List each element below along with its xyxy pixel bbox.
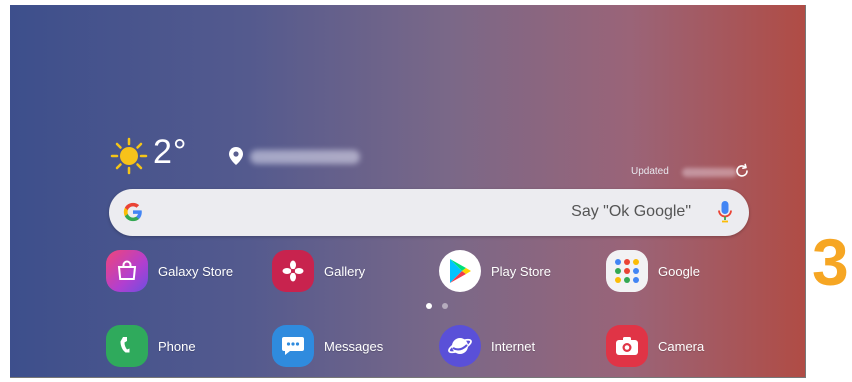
mic-icon[interactable] <box>718 201 732 223</box>
updated-time-blurred <box>682 168 737 177</box>
app-label: Camera <box>658 338 705 354</box>
app-google-folder[interactable]: Google <box>606 250 700 292</box>
search-hint: Say "Ok Google" <box>571 203 691 220</box>
internet-icon <box>439 325 481 367</box>
app-label: Internet <box>491 338 536 354</box>
app-label: Messages <box>324 338 384 354</box>
app-label: Play Store <box>491 263 551 279</box>
google-g-icon <box>123 202 142 222</box>
location-pin-icon <box>229 147 243 165</box>
sun-icon[interactable] <box>110 137 148 175</box>
updated-label: Updated <box>631 166 669 177</box>
app-label: Gallery <box>324 263 366 279</box>
app-gallery[interactable]: Gallery <box>272 250 365 292</box>
app-internet[interactable]: Internet <box>439 325 535 367</box>
refresh-icon[interactable] <box>734 163 750 179</box>
app-galaxy-store[interactable]: Galaxy Store <box>106 250 233 292</box>
svg-text:3: 3 <box>812 231 849 293</box>
phone-icon <box>106 325 148 367</box>
app-messages[interactable]: Messages <box>272 325 383 367</box>
app-phone[interactable]: Phone <box>106 325 196 367</box>
galaxy-store-icon <box>106 250 148 292</box>
home-screen: 2° Updated Say "Ok Google" Galaxy Store <box>10 5 806 378</box>
app-label: Galaxy Store <box>158 263 234 279</box>
page-dot[interactable] <box>442 303 448 309</box>
app-play-store[interactable]: Play Store <box>439 250 551 292</box>
app-label: Phone <box>158 338 196 354</box>
page-dot-active[interactable] <box>426 303 432 309</box>
google-folder-icon <box>606 250 648 292</box>
location-name-blurred[interactable] <box>250 150 360 164</box>
play-store-icon <box>439 250 481 292</box>
callout-number-3: 3 <box>812 231 849 293</box>
temperature[interactable]: 2° <box>153 133 188 172</box>
app-camera[interactable]: Camera <box>606 325 704 367</box>
gallery-icon <box>272 250 314 292</box>
messages-icon <box>272 325 314 367</box>
page-indicator[interactable] <box>426 303 448 309</box>
app-label: Google <box>658 263 700 279</box>
camera-icon <box>606 325 648 367</box>
google-search-bar[interactable]: Say "Ok Google" <box>109 189 749 236</box>
